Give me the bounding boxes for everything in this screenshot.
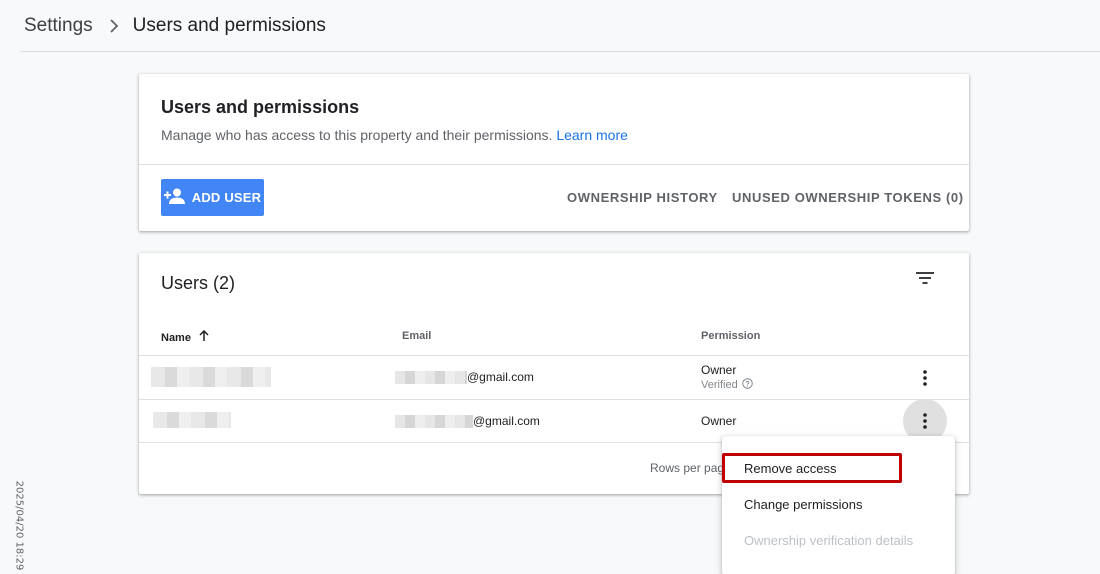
redacted-name [151, 367, 271, 387]
users-permissions-header-card: Users and permissions Manage who has acc… [139, 74, 969, 231]
arrow-up-icon [199, 329, 209, 345]
add-user-label: ADD USER [191, 190, 262, 205]
card-description: Manage who has access to this property a… [161, 127, 947, 143]
menu-item-remove-access[interactable]: Remove access [744, 461, 836, 476]
breadcrumb-settings[interactable]: Settings [24, 15, 93, 37]
table-row: @gmail.com Owner Verified [139, 355, 969, 399]
verified-label: Verified [701, 379, 738, 391]
filter-icon[interactable] [915, 270, 937, 288]
permission-label: Owner [701, 363, 737, 377]
row-context-menu: Remove access Change permissions Ownersh… [722, 436, 955, 574]
page-title: Users and permissions [132, 14, 326, 36]
permission-cell: Owner Verified [701, 363, 753, 392]
column-header-permission: Permission [701, 330, 761, 342]
breadcrumb: Settings Users and permissions [0, 0, 1100, 52]
user-email: @gmail.com [395, 370, 534, 384]
rows-per-page-label: Rows per pag [650, 461, 725, 475]
users-count-title: Users (2) [161, 273, 236, 293]
add-person-icon [163, 188, 186, 207]
column-header-name[interactable]: Name [161, 329, 209, 345]
timestamp: 2025/04/20 18:29 [13, 480, 25, 571]
ownership-history-button[interactable]: OWNERSHIP HISTORY [567, 190, 718, 205]
card-title: Users and permissions [161, 97, 360, 117]
email-suffix: @gmail.com [473, 414, 540, 428]
learn-more-link[interactable]: Learn more [556, 127, 628, 143]
menu-item-ownership-verification-details: Ownership verification details [744, 533, 914, 548]
more-vert-icon[interactable] [903, 356, 947, 400]
redacted-email [395, 370, 467, 384]
verified-status: Verified [701, 378, 753, 392]
permission-label: Owner [701, 414, 737, 428]
chevron-right-icon [109, 18, 119, 33]
unused-ownership-tokens-button[interactable]: UNUSED OWNERSHIP TOKENS (0) [732, 190, 964, 205]
column-header-email: Email [402, 330, 432, 342]
column-name-label: Name [161, 331, 191, 344]
menu-item-change-permissions[interactable]: Change permissions [744, 497, 863, 512]
user-email: @gmail.com [395, 414, 540, 428]
add-user-button[interactable]: ADD USER [161, 179, 264, 216]
redacted-name [153, 412, 231, 428]
description-text: Manage who has access to this property a… [161, 127, 553, 143]
redacted-email [395, 414, 473, 428]
email-suffix: @gmail.com [467, 370, 534, 384]
help-icon[interactable] [741, 378, 753, 392]
